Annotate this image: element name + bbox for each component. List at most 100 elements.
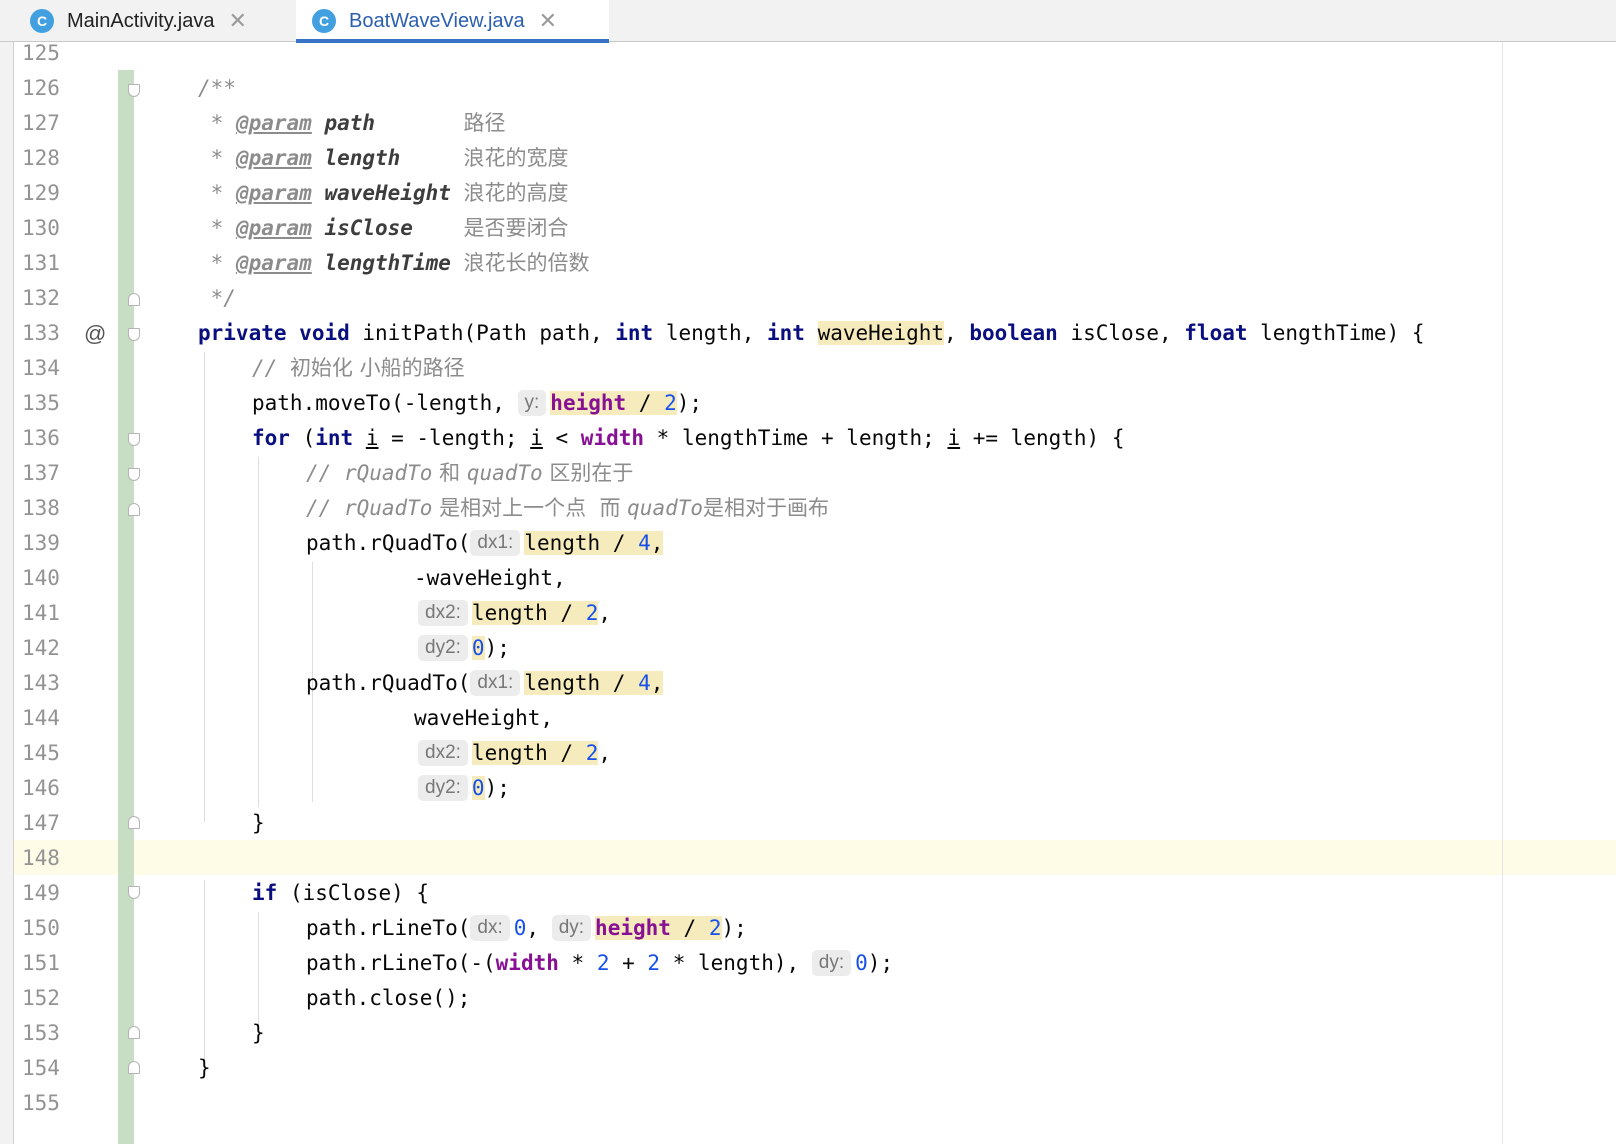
param-desc: 是否要闭合 — [463, 216, 569, 240]
code-text: path.rLineTo( — [306, 916, 471, 940]
param-hint: dx2: — [418, 740, 468, 766]
code-text: , — [526, 916, 552, 940]
line-number: 139 — [22, 531, 60, 555]
code-text: += length) { — [960, 426, 1125, 450]
number-literal: 2 — [585, 601, 599, 625]
code-line-143: path.rQuadTo(dx1: length / 4, — [306, 666, 664, 701]
number-literal: 2 — [708, 916, 722, 940]
code-line-130: * @param isClose 是否要闭合 — [198, 211, 569, 246]
keyword-int: int — [615, 321, 654, 345]
code-text: length, — [653, 321, 767, 345]
code-text: * length), — [660, 951, 812, 975]
code-line-141: dx2: length / 2, — [418, 596, 611, 631]
code-text: path.close(); — [306, 986, 471, 1010]
tab-boatwaveview-java[interactable]: C BoatWaveView.java ✕ — [296, 0, 609, 43]
number-literal: 2 — [596, 951, 610, 975]
param-name: path — [324, 111, 376, 135]
vcs-change-marker[interactable] — [118, 70, 134, 1144]
line-number: 136 — [22, 426, 60, 450]
close-tab-icon[interactable]: ✕ — [539, 10, 557, 32]
javadoc-param-tag: @param — [235, 111, 312, 135]
code-text: -waveHeight, — [414, 566, 566, 590]
code-text: initPath(Path path, — [349, 321, 616, 345]
number-literal: 0 — [855, 951, 868, 975]
comment-slashes: // — [252, 356, 290, 380]
param-hint: dx2: — [418, 600, 468, 626]
comment-text: 是相对于画布 — [703, 496, 830, 520]
close-tab-icon[interactable]: ✕ — [228, 10, 246, 32]
code-line-133: private void initPath(Path path, int len… — [198, 316, 1425, 351]
keyword-void: void — [299, 321, 350, 345]
code-text: length / — [524, 531, 639, 555]
structure-side-strip[interactable] — [0, 42, 14, 1144]
code-text: path.moveTo(-length, — [252, 391, 518, 415]
number-literal: 2 — [585, 741, 599, 765]
field-height: height — [595, 916, 671, 940]
field-width: width — [580, 426, 645, 450]
line-number: 151 — [22, 951, 60, 975]
param-hint: dy2: — [418, 635, 468, 661]
code-line-126: /** — [198, 71, 236, 106]
code-line-135: path.moveTo(-length, y: height / 2); — [252, 386, 702, 421]
line-number: 141 — [22, 601, 60, 625]
right-margin-guide — [1502, 42, 1503, 1144]
line-number: 152 — [22, 986, 60, 1010]
keyword-for: for — [252, 426, 290, 450]
line-number: 153 — [22, 1021, 60, 1045]
code-text: * — [558, 951, 597, 975]
param-desc: 浪花长的倍数 — [463, 251, 590, 275]
code-line-136: for (int i = -length; i < width * length… — [252, 421, 1124, 456]
code-text: , — [650, 671, 664, 695]
code-line-152: path.close(); — [306, 981, 470, 1016]
line-number: 126 — [22, 76, 60, 100]
param-desc: 浪花的宽度 — [463, 146, 569, 170]
param-hint: dx1: — [470, 530, 521, 556]
tab-label: BoatWaveView.java — [349, 9, 525, 32]
param-hint: y: — [517, 390, 547, 416]
field-width: width — [495, 951, 559, 975]
comment-identifier: quadTo — [466, 461, 543, 485]
code-line-128: * @param length 浪花的宽度 — [198, 141, 569, 176]
code-line-131: * @param lengthTime 浪花长的倍数 — [198, 246, 590, 281]
code-line-144: waveHeight, — [414, 701, 553, 736]
code-text: ); — [484, 636, 510, 660]
code-text: , — [598, 601, 612, 625]
param-name: waveHeight — [324, 181, 451, 205]
code-text: ); — [676, 391, 703, 415]
line-number: 133 — [22, 321, 60, 345]
comment-text: 区别在于 — [542, 461, 634, 485]
line-number: 130 — [22, 216, 60, 240]
code-line-139: path.rQuadTo(dx1: length / 4, — [306, 526, 664, 561]
code-text: } — [252, 1021, 265, 1045]
code-text: = -length; — [378, 426, 531, 450]
overrides-method-icon[interactable]: @ — [84, 316, 106, 351]
code-text: } — [198, 1056, 211, 1080]
highlighted-identifier: waveHeight — [817, 321, 945, 345]
line-number: 125 — [22, 41, 60, 65]
code-line-132: */ — [198, 281, 236, 316]
javadoc-param-tag: @param — [235, 146, 312, 170]
line-number: 128 — [22, 146, 60, 170]
javadoc-star: * — [198, 251, 236, 275]
code-line-137: // rQuadTo 和 quadTo 区别在于 — [306, 456, 633, 491]
keyword-if: if — [252, 881, 278, 905]
javadoc-param-tag: @param — [235, 251, 312, 275]
indent-guide — [204, 880, 205, 1070]
param-hint: dy: — [811, 950, 852, 976]
line-number: 146 — [22, 776, 60, 800]
code-text: path.rLineTo(-( — [306, 951, 496, 975]
javadoc-param-tag: @param — [235, 216, 312, 240]
loop-variable: i — [365, 426, 379, 450]
code-line-146: dy2: 0); — [418, 771, 510, 806]
code-text: (isClose) { — [277, 881, 430, 905]
code-line-151: path.rLineTo(-(width * 2 + 2 * length), … — [306, 946, 893, 981]
code-line-147: } — [252, 806, 265, 841]
param-name: isClose — [324, 216, 413, 240]
comment-slashes: // — [306, 461, 344, 485]
line-number: 154 — [22, 1056, 60, 1080]
param-name: lengthTime — [324, 251, 451, 275]
code-line-150: path.rLineTo(dx: 0, dy: height / 2); — [306, 911, 747, 946]
